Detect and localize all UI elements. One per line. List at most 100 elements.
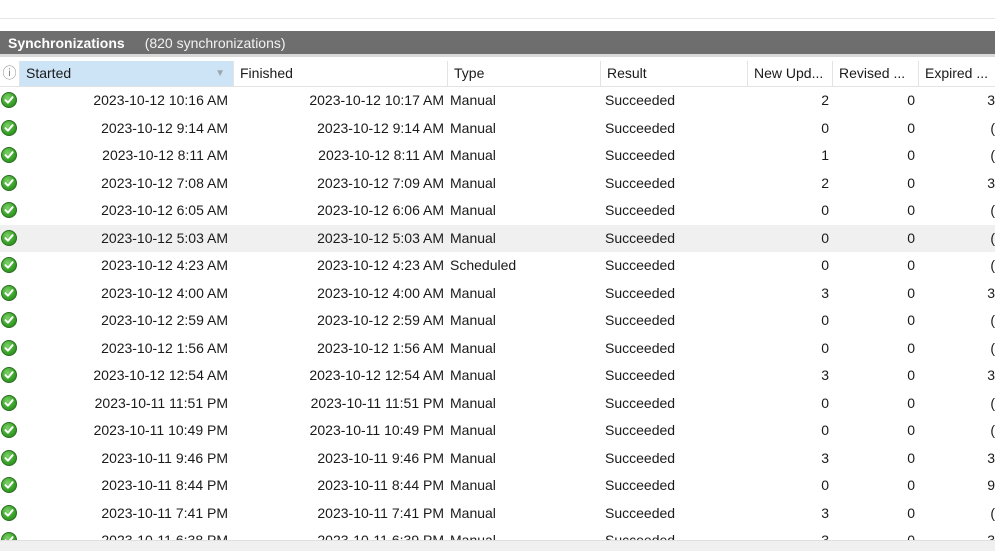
revised-cell: 0 [907,119,915,136]
status-cell [0,252,20,280]
started-cell: 2023-10-11 7:41 PM [101,504,228,521]
expired-cell: ( [990,119,995,136]
success-check-icon [1,312,17,328]
revised-cell: 0 [907,339,915,356]
table-row[interactable]: 2023-10-11 10:49 PM 2023-10-11 10:49 PM Ma… [0,417,995,445]
table-row[interactable]: 2023-10-11 9:46 PM 2023-10-11 9:46 PM Manu… [0,445,995,473]
type-cell: Manual [450,504,496,521]
status-cell [0,142,20,170]
info-icon[interactable]: ⓘ [0,61,20,86]
table-row[interactable]: 2023-10-12 4:23 AM 2023-10-12 4:23 AM Sche… [0,252,995,280]
new-updates-cell: 0 [821,202,829,218]
started-cell: 2023-10-11 10:49 PM [93,422,228,438]
new-updates-cell: 0 [821,477,829,493]
status-cell [0,335,20,363]
finished-cell: 2023-10-12 6:06 AM [317,202,444,218]
revised-cell: 0 [907,174,915,191]
table-row[interactable]: 2023-10-11 7:41 PM 2023-10-11 7:41 PM Manu… [0,500,995,528]
status-cell [0,197,20,225]
status-cell [0,472,20,500]
revised-cell: 0 [907,422,915,438]
finished-cell: 2023-10-11 11:51 PM [310,394,444,411]
table-row[interactable]: 2023-10-12 2:59 AM 2023-10-12 2:59 AM Manu… [0,307,995,335]
column-header-result[interactable]: Result [601,61,748,86]
expired-cell: ( [990,257,995,273]
expired-cell: ( [990,312,995,328]
column-header-started[interactable]: Started ▼ [20,61,234,86]
success-check-icon [1,284,17,301]
started-cell: 2023-10-12 12:54 AM [93,367,228,383]
revised-cell: 0 [907,367,915,383]
table-row[interactable]: 2023-10-11 8:44 PM 2023-10-11 8:44 PM Manu… [0,472,995,500]
success-check-icon [1,449,17,466]
result-cell: Succeeded [605,504,676,521]
table-row[interactable]: 2023-10-12 8:11 AM 2023-10-12 8:11 AM Manu… [0,142,995,170]
type-cell: Scheduled [450,257,517,273]
result-cell: Succeeded [605,229,676,246]
new-updates-cell: 2 [821,174,829,191]
expired-cell: 3 [987,449,995,466]
success-check-icon [1,147,17,163]
column-header-new-updates[interactable]: New Upd... [748,61,833,86]
new-updates-cell: 0 [821,257,829,273]
table-row[interactable]: 2023-10-12 5:03 AM 2023-10-12 5:03 AM Manu… [0,224,995,252]
table-row[interactable]: 2023-10-11 11:51 PM 2023-10-11 11:51 PM Ma… [0,390,995,418]
type-cell: Manual [450,229,496,246]
type-cell: Manual [450,367,496,383]
finished-cell: 2023-10-11 9:46 PM [317,449,444,466]
new-updates-cell: 3 [821,284,829,301]
column-header-expired[interactable]: Expired ... [919,61,995,86]
status-cell [0,390,20,418]
revised-cell: 0 [907,449,915,466]
table-row[interactable]: 2023-10-12 7:08 AM 2023-10-12 7:09 AM Manu… [0,170,995,198]
finished-cell: 2023-10-12 8:11 AM [318,147,444,163]
finished-cell: 2023-10-11 8:44 PM [317,477,444,493]
success-check-icon [1,394,17,411]
type-cell: Manual [450,422,496,438]
revised-cell: 0 [907,147,915,163]
type-cell: Manual [450,394,496,411]
type-cell: Manual [450,477,496,493]
table-row[interactable]: 2023-10-12 1:56 AM 2023-10-12 1:56 AM Manu… [0,335,995,363]
started-cell: 2023-10-12 7:08 AM [101,174,228,191]
expired-cell: ( [990,202,995,218]
type-cell: Manual [450,449,496,466]
success-check-icon [1,257,17,273]
expired-cell: ( [990,422,995,438]
started-cell: 2023-10-12 1:56 AM [101,339,228,356]
expired-cell: ( [990,229,995,246]
revised-cell: 0 [907,477,915,493]
started-cell: 2023-10-12 2:59 AM [101,312,228,328]
finished-cell: 2023-10-12 1:56 AM [317,339,444,356]
new-updates-cell: 0 [821,229,829,246]
synchronization-count: (820 synchronizations) [144,34,286,51]
result-cell: Succeeded [605,312,676,328]
new-updates-cell: 2 [821,92,829,108]
column-header-revised[interactable]: Revised ... [833,61,919,86]
table-row[interactable]: 2023-10-12 10:16 AM 2023-10-12 10:17 AM Ma… [0,87,995,115]
started-cell: 2023-10-12 9:14 AM [101,119,228,136]
expired-cell: ( [990,147,995,163]
status-cell [0,170,20,198]
started-cell: 2023-10-12 8:11 AM [102,147,228,163]
finished-cell: 2023-10-11 7:41 PM [317,504,444,521]
result-cell: Succeeded [605,257,676,273]
type-cell: Manual [450,202,496,218]
table-row[interactable]: 2023-10-12 9:14 AM 2023-10-12 9:14 AM Manu… [0,115,995,143]
started-cell: 2023-10-11 8:44 PM [101,477,228,493]
column-header-type[interactable]: Type [448,61,601,86]
new-updates-cell: 3 [821,449,829,466]
result-cell: Succeeded [605,422,676,438]
header-divider [0,54,995,57]
type-cell: Manual [450,284,496,301]
horizontal-scrollbar[interactable] [0,540,995,551]
column-header-finished[interactable]: Finished [234,61,448,86]
table-row[interactable]: 2023-10-12 6:05 AM 2023-10-12 6:06 AM Manu… [0,197,995,225]
revised-cell: 0 [907,312,915,328]
finished-cell: 2023-10-11 10:49 PM [309,422,444,438]
table-row[interactable]: 2023-10-12 12:54 AM 2023-10-12 12:54 AM Ma… [0,362,995,390]
status-cell [0,115,20,143]
type-cell: Manual [450,147,496,163]
expired-cell: 3 [987,284,995,301]
table-row[interactable]: 2023-10-12 4:00 AM 2023-10-12 4:00 AM Manu… [0,280,995,308]
